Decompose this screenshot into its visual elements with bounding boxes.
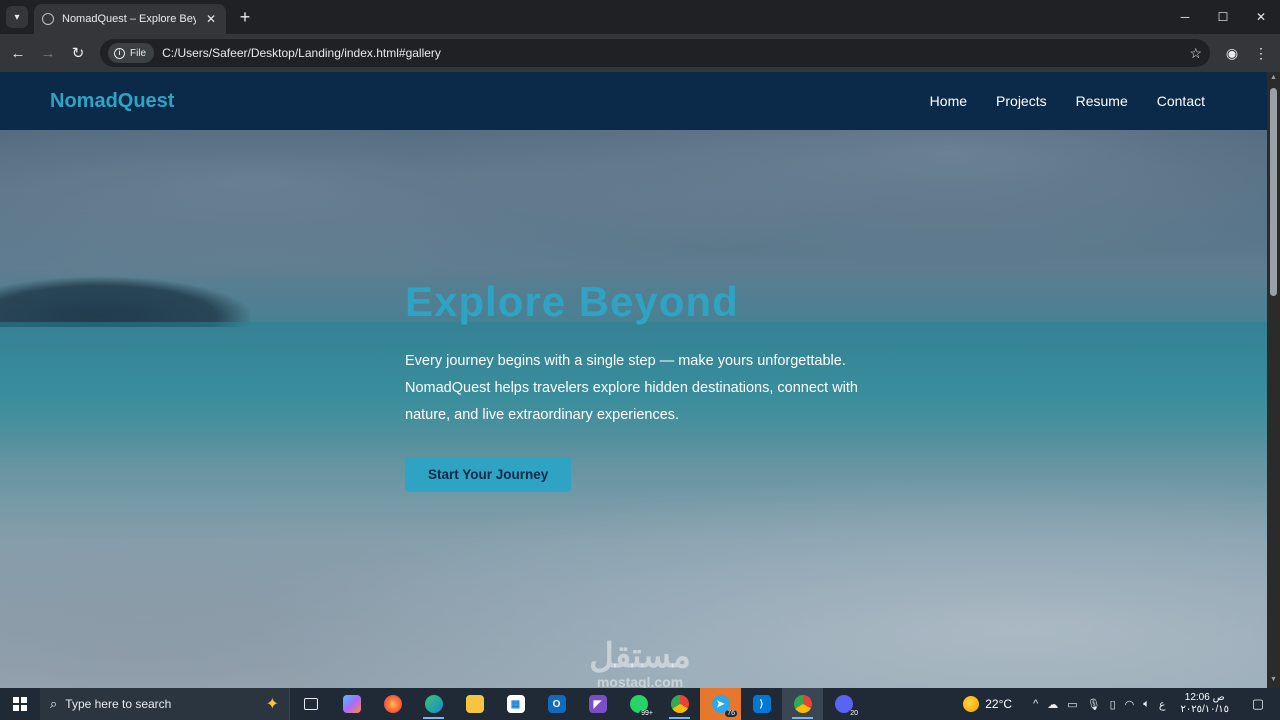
hero-text: Every journey begins with a single step … xyxy=(405,353,858,423)
telegram-badge: 76 xyxy=(725,710,737,717)
forward-icon[interactable]: → xyxy=(37,42,59,64)
browser-tab-bar: ▾ NomadQuest – Explore Beyond ✕ + ─ ☐ ✕ xyxy=(0,0,1280,34)
site-info-label: File xyxy=(130,47,147,59)
system-tray: 22°C ^ ☁ ▭ 🎙︎ ▯ ◠ 🔈︎ ع 12:06 ص ٢٠٢٥/١٠/١… xyxy=(963,688,1280,720)
globe-icon xyxy=(42,13,54,25)
task-view-button[interactable] xyxy=(290,688,331,720)
weather-sun-icon xyxy=(963,696,980,712)
close-window-icon[interactable]: ✕ xyxy=(1242,0,1280,34)
taskbar-search-box[interactable]: ⌕ Type here to search ✦ xyxy=(40,688,290,720)
visual-studio-icon: ◤ xyxy=(588,695,607,713)
firefox-icon xyxy=(383,695,402,713)
store-icon: ▦ xyxy=(506,695,525,713)
nav-link-contact[interactable]: Contact xyxy=(1157,93,1205,109)
chrome-icon xyxy=(793,695,812,713)
microphone-icon[interactable]: 🎙︎ xyxy=(1087,698,1101,711)
reload-icon[interactable]: ↻ xyxy=(67,42,89,64)
site-navbar: NomadQuest Home Projects Resume Contact xyxy=(0,72,1267,130)
tab-title: NomadQuest – Explore Beyond xyxy=(62,13,196,25)
taskbar-discord[interactable]: 20 xyxy=(823,688,864,720)
browser-tab[interactable]: NomadQuest – Explore Beyond ✕ xyxy=(34,4,226,34)
weather-temp: 22°C xyxy=(985,697,1013,711)
taskbar-file-explorer[interactable] xyxy=(454,688,495,720)
vscode-icon: ⟩ xyxy=(752,695,771,713)
clock-date: ٢٠٢٥/١٠/١٥ xyxy=(1180,704,1229,715)
system-clock[interactable]: 12:06 ص ٢٠٢٥/١٠/١٥ xyxy=(1180,692,1229,716)
discord-badge: 20 xyxy=(848,710,860,717)
site-brand[interactable]: NomadQuest xyxy=(50,90,174,113)
windows-logo-icon xyxy=(13,697,27,711)
wifi-icon[interactable]: ◠ xyxy=(1125,698,1135,711)
site-info-chip[interactable]: i File xyxy=(108,43,155,63)
chrome-icon xyxy=(670,695,689,713)
bookmark-star-icon[interactable]: ☆ xyxy=(1189,45,1202,62)
watermark-latin: mostaql.com xyxy=(596,674,684,688)
taskbar-chrome[interactable] xyxy=(659,688,700,720)
notification-icon[interactable]: ▢ xyxy=(1244,696,1272,712)
address-bar[interactable]: i File C:/Users/Safeer/Desktop/Landing/i… xyxy=(100,39,1210,67)
task-view-icon xyxy=(303,698,318,710)
url-text[interactable]: C:/Users/Safeer/Desktop/Landing/index.ht… xyxy=(162,46,1181,60)
taskbar-copilot[interactable] xyxy=(331,688,372,720)
hero-content: Explore Beyond Every journey begins with… xyxy=(405,278,885,492)
scroll-up-icon[interactable]: ▲ xyxy=(1267,74,1280,84)
taskbar-vscode[interactable]: ⟩ xyxy=(741,688,782,720)
menu-dots-icon[interactable]: ⋮ xyxy=(1250,42,1272,64)
page-scrollbar[interactable]: ▲ ▼ xyxy=(1267,72,1280,688)
taskbar-visual-studio[interactable]: ◤ xyxy=(577,688,618,720)
taskbar-chrome-2[interactable] xyxy=(782,688,823,720)
scroll-down-icon[interactable]: ▼ xyxy=(1267,676,1280,686)
start-button[interactable] xyxy=(0,688,40,720)
taskbar-search-placeholder: Type here to search xyxy=(65,697,172,711)
minimize-icon[interactable]: ─ xyxy=(1166,0,1204,34)
browser-toolbar: ← → ↻ i File C:/Users/Safeer/Desktop/Lan… xyxy=(0,34,1280,72)
nav-link-projects[interactable]: Projects xyxy=(996,93,1047,109)
onedrive-icon[interactable]: ☁ xyxy=(1047,698,1058,711)
nav-link-home[interactable]: Home xyxy=(930,93,967,109)
taskbar-edge[interactable] xyxy=(413,688,454,720)
folder-icon xyxy=(465,695,484,713)
tray-chevron-icon[interactable]: ^ xyxy=(1033,698,1038,710)
taskbar-firefox[interactable] xyxy=(372,688,413,720)
maximize-icon[interactable]: ☐ xyxy=(1204,0,1242,34)
taskbar-outlook[interactable]: O xyxy=(536,688,577,720)
outlook-icon: O xyxy=(547,695,566,713)
clock-time: 12:06 ص xyxy=(1184,692,1225,703)
taskbar-telegram[interactable]: ➤ 76 xyxy=(700,688,741,720)
input-language[interactable]: ع xyxy=(1159,698,1166,711)
info-icon: i xyxy=(114,47,125,59)
windows-taskbar: ⌕ Type here to search ✦ ▦ O ◤ 99+ ➤ 76 ⟩ … xyxy=(0,688,1280,720)
search-icon: ⌕ xyxy=(50,696,58,711)
scroll-thumb[interactable] xyxy=(1270,88,1277,296)
new-tab-button[interactable]: + xyxy=(234,6,256,28)
taskbar-whatsapp[interactable]: 99+ xyxy=(618,688,659,720)
profile-icon[interactable]: ◉ xyxy=(1221,42,1243,64)
tab-close-icon[interactable]: ✕ xyxy=(204,12,218,26)
nav-link-resume[interactable]: Resume xyxy=(1076,93,1128,109)
weather-widget[interactable]: 22°C xyxy=(963,696,1012,712)
start-journey-button[interactable]: Start Your Journey xyxy=(405,457,572,492)
whatsapp-badge: 99+ xyxy=(639,710,655,717)
mostaql-watermark: مستقل mostaql.com xyxy=(555,636,725,688)
edge-icon xyxy=(424,695,443,713)
taskbar-store[interactable]: ▦ xyxy=(495,688,536,720)
tab-search-icon[interactable]: ▾ xyxy=(6,6,28,28)
battery-icon[interactable]: ▯ xyxy=(1110,698,1116,711)
device-icon[interactable]: ▭ xyxy=(1067,698,1077,711)
hero-section: NomadQuest Home Projects Resume Contact … xyxy=(0,72,1267,688)
page-viewport: NomadQuest Home Projects Resume Contact … xyxy=(0,72,1280,688)
volume-icon[interactable]: 🔈︎ xyxy=(1143,698,1150,711)
copilot-icon xyxy=(342,695,361,713)
hero-title: Explore Beyond xyxy=(405,278,739,325)
watermark-arabic: مستقل xyxy=(589,637,691,675)
copilot-sparkle-icon[interactable]: ✦ xyxy=(266,694,279,714)
site-nav-links: Home Projects Resume Contact xyxy=(930,93,1217,109)
back-icon[interactable]: ← xyxy=(7,42,29,64)
